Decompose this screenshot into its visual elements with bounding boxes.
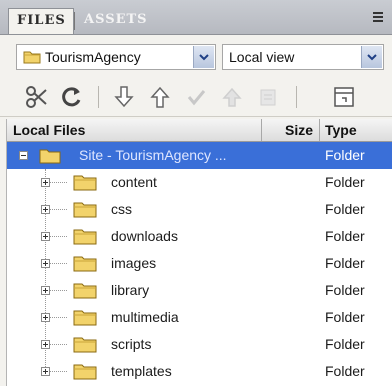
row-name: scripts bbox=[111, 336, 152, 352]
check-in-icon bbox=[222, 87, 242, 107]
get-files-button[interactable] bbox=[110, 84, 138, 110]
row-name: multimedia bbox=[111, 309, 179, 325]
put-files-button[interactable] bbox=[146, 84, 174, 110]
refresh-icon bbox=[62, 87, 81, 107]
collapse-icon[interactable] bbox=[19, 151, 28, 160]
expand-icon[interactable] bbox=[41, 178, 50, 187]
folder-icon bbox=[73, 175, 97, 191]
check-out-icon bbox=[187, 90, 206, 106]
connect-button[interactable] bbox=[22, 84, 50, 110]
table-row[interactable]: templates Folder bbox=[7, 358, 392, 385]
table-row[interactable]: content Folder bbox=[7, 169, 392, 196]
column-header-type[interactable]: Type bbox=[325, 122, 357, 138]
expand-icon[interactable] bbox=[41, 286, 50, 295]
table-row[interactable]: css Folder bbox=[7, 196, 392, 223]
table-header: Local Files Size Type bbox=[7, 119, 392, 142]
chevron-down-icon bbox=[199, 54, 209, 61]
table-row[interactable]: downloads Folder bbox=[7, 223, 392, 250]
row-name: library bbox=[111, 282, 150, 298]
row-type: Folder bbox=[325, 363, 365, 379]
row-name: images bbox=[111, 255, 157, 271]
put-files-icon bbox=[150, 86, 170, 108]
check-in-button[interactable] bbox=[218, 84, 246, 110]
local-files-table: Local Files Size Type Site - TourismAgen… bbox=[6, 119, 392, 386]
row-type: Folder bbox=[325, 228, 365, 244]
panel-tab-bar: FILES ASSETS bbox=[0, 0, 392, 35]
row-type: Folder bbox=[325, 282, 365, 298]
expand-panel-icon bbox=[334, 87, 354, 107]
folder-icon bbox=[39, 149, 61, 164]
chevron-down-icon bbox=[367, 54, 377, 61]
tab-files[interactable]: FILES bbox=[8, 8, 74, 34]
expand-icon[interactable] bbox=[41, 340, 50, 349]
folder-icon bbox=[73, 202, 97, 218]
view-select[interactable]: Local view bbox=[222, 44, 384, 70]
row-name: content bbox=[111, 174, 157, 190]
refresh-button[interactable] bbox=[58, 84, 86, 110]
table-row[interactable]: library Folder bbox=[7, 277, 392, 304]
expand-icon[interactable] bbox=[41, 313, 50, 322]
view-select-dropdown-button[interactable] bbox=[361, 46, 382, 68]
column-header-local-files[interactable]: Local Files bbox=[13, 122, 85, 138]
table-row-site-root[interactable]: Site - TourismAgency ... Folder bbox=[7, 142, 392, 169]
folder-icon bbox=[23, 51, 41, 64]
view-select-value: Local view bbox=[229, 49, 295, 65]
files-toolbar bbox=[0, 78, 392, 117]
site-select-value: TourismAgency bbox=[45, 49, 141, 65]
row-name: css bbox=[111, 201, 132, 217]
column-header-size[interactable]: Size bbox=[285, 122, 313, 138]
folder-icon bbox=[73, 256, 97, 272]
site-selector-row: TourismAgency Local view bbox=[0, 34, 392, 74]
expand-icon[interactable] bbox=[41, 232, 50, 241]
site-select-dropdown-button[interactable] bbox=[193, 46, 214, 68]
check-out-button[interactable] bbox=[182, 84, 210, 110]
row-type: Folder bbox=[325, 255, 365, 271]
toolbar-divider bbox=[98, 86, 99, 108]
sync-button[interactable] bbox=[254, 84, 282, 110]
expand-icon[interactable] bbox=[41, 205, 50, 214]
tab-assets[interactable]: ASSETS bbox=[76, 8, 150, 34]
row-type: Folder bbox=[325, 147, 365, 163]
tab-divider bbox=[74, 12, 75, 30]
column-divider[interactable] bbox=[319, 119, 320, 141]
get-files-icon bbox=[114, 86, 134, 108]
folder-icon bbox=[73, 229, 97, 245]
expand-icon[interactable] bbox=[41, 259, 50, 268]
row-type: Folder bbox=[325, 336, 365, 352]
row-type: Folder bbox=[325, 174, 365, 190]
folder-icon bbox=[73, 310, 97, 326]
row-name: templates bbox=[111, 363, 172, 379]
folder-icon bbox=[73, 337, 97, 353]
folder-icon bbox=[73, 364, 97, 380]
expand-icon[interactable] bbox=[41, 367, 50, 376]
row-type: Folder bbox=[325, 309, 365, 325]
sync-icon bbox=[260, 89, 276, 106]
row-type: Folder bbox=[325, 201, 365, 217]
column-divider[interactable] bbox=[261, 119, 262, 141]
table-row[interactable]: multimedia Folder bbox=[7, 304, 392, 331]
site-select[interactable]: TourismAgency bbox=[16, 44, 216, 70]
row-name: Site - TourismAgency ... bbox=[79, 147, 227, 163]
toolbar-divider bbox=[296, 86, 297, 108]
expand-panel-button[interactable] bbox=[330, 84, 358, 110]
folder-icon bbox=[73, 283, 97, 299]
table-row[interactable]: images Folder bbox=[7, 250, 392, 277]
panel-options-icon[interactable] bbox=[370, 10, 386, 24]
table-row[interactable]: scripts Folder bbox=[7, 331, 392, 358]
row-name: downloads bbox=[111, 228, 178, 244]
connect-icon bbox=[26, 86, 47, 108]
